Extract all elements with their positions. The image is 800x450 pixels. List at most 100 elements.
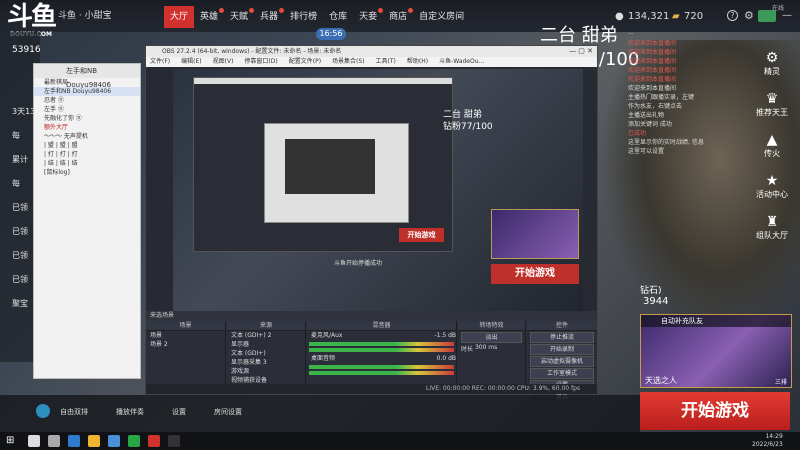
scenes-list: 场景 场景 2 xyxy=(146,331,225,349)
edge-icon[interactable] xyxy=(68,435,80,447)
obs-window: OBS 27.2.4 (64-bit, windows) - 配置文件: 未命名… xyxy=(145,45,598,403)
menu-item[interactable]: 斗鱼-WadeOu... xyxy=(439,58,484,65)
control-button[interactable]: 工作室模式 xyxy=(530,368,594,379)
tab-5[interactable]: 仓库 xyxy=(323,6,353,28)
fans-label: 钻石) xyxy=(640,286,662,296)
gold-count: 720 xyxy=(684,11,704,22)
menu-item[interactable]: 帮助(H) xyxy=(407,58,428,65)
source-item[interactable]: 显示器采集 3 xyxy=(227,358,305,367)
tab-label: 大厅 xyxy=(170,12,189,22)
menu-item[interactable]: 场景集合(S) xyxy=(332,58,365,65)
nav-推荐天王[interactable]: ♛ 推荐天王 xyxy=(752,91,792,118)
douyu-icon[interactable] xyxy=(148,435,160,447)
scene-item[interactable]: 场景 xyxy=(146,331,225,340)
wechat-icon[interactable] xyxy=(128,435,140,447)
list-item[interactable]: 左手 ⑪ xyxy=(34,105,140,114)
bottom-item[interactable]: 房间设置 xyxy=(214,407,242,417)
transition-select[interactable]: 淡出 xyxy=(461,332,522,343)
obs-status-bar: LIVE: 00:00:00 REC: 00:00:00 CPU: 3.9%, … xyxy=(146,384,597,394)
menu-item[interactable]: 文件(F) xyxy=(150,58,170,65)
nav-精灵[interactable]: ⚙ 精灵 xyxy=(752,50,792,77)
list-item[interactable]: [鼠标log] xyxy=(34,168,140,177)
obs-menu: 文件(F) 编辑(E) 视图(V) 停靠窗口(D) 配置文件(P) 场景集合(S) 工具(T… xyxy=(146,57,597,67)
nav-传火[interactable]: ▲ 传火 xyxy=(752,132,792,159)
folder-icon[interactable] xyxy=(88,435,100,447)
nested-title xyxy=(194,78,452,84)
avatar[interactable] xyxy=(36,404,50,418)
bottom-item[interactable]: 播放伴奏 xyxy=(116,407,144,417)
preview-overlay-progress: 钻粉77/100 xyxy=(443,122,493,132)
gold-icon: ▰ xyxy=(672,11,680,22)
transition-header: 转场特效 xyxy=(458,321,525,331)
settings-icon[interactable]: ⚙ xyxy=(744,9,754,22)
list-item[interactable]: | 盟 | 盟 | 盟 xyxy=(34,141,140,150)
nav-icon: ⚙ xyxy=(765,50,779,66)
list-item[interactable]: ～～～ 无声提机 xyxy=(34,132,140,141)
tab-6[interactable]: 天妾 xyxy=(353,6,384,28)
task-view-icon[interactable] xyxy=(48,435,60,447)
clock-time: 14:29 xyxy=(765,433,783,440)
list-item[interactable]: | 打 | 打 | 打 xyxy=(34,150,140,159)
nav-label: 推荐天王 xyxy=(756,108,788,117)
list-item[interactable]: 忍者 ⑪ xyxy=(34,96,140,105)
list-item[interactable]: | 结 | 结 | 结 xyxy=(34,159,140,168)
search-icon[interactable] xyxy=(28,435,40,447)
source-item[interactable]: 游戏源 xyxy=(227,367,305,376)
coin-icon: ● xyxy=(615,11,624,22)
volume-meter xyxy=(309,342,454,346)
nested-capture-2 xyxy=(264,123,409,223)
tab-0[interactable]: 大厅 xyxy=(164,6,195,28)
tab-7[interactable]: 商店 xyxy=(383,6,414,28)
right-chat: ··· 欢迎来到本直播间 欢迎来到本直播间 欢迎来到本直播间 欢迎来到本直播间 欢迎来到本… xyxy=(628,30,760,310)
chat-message: 欢迎来到本直播间 xyxy=(628,49,677,56)
breadcrumb: 斗鱼 · 小甜宝 xyxy=(58,11,112,21)
obs-window-controls[interactable]: — ▢ ✕ xyxy=(569,46,593,57)
scene-item[interactable]: 场景 2 xyxy=(146,340,225,349)
dock-source-label: 来选场景 xyxy=(146,311,597,321)
windows-icon[interactable]: ⊞ xyxy=(6,435,14,446)
source-item[interactable]: 文本 (GDI+) xyxy=(227,349,305,358)
obs-icon[interactable] xyxy=(168,435,180,447)
mixer-db: -1.5 dB xyxy=(434,332,456,339)
nav-icon: ★ xyxy=(765,173,779,189)
menu-item[interactable]: 工具(T) xyxy=(376,58,396,65)
list-item[interactable]: 先融化了你 ⑪ xyxy=(34,114,140,123)
menu-item[interactable]: 编辑(E) xyxy=(181,58,201,65)
source-item[interactable]: 显示器 xyxy=(227,340,305,349)
menu-item[interactable]: 视图(V) xyxy=(213,58,234,65)
control-button[interactable]: 停止推流 xyxy=(530,332,594,343)
nav-活动中心[interactable]: ★ 活动中心 xyxy=(752,173,792,200)
tab-label: 天妾 xyxy=(359,12,378,22)
control-button[interactable]: 启动虚拟摄像机 xyxy=(530,356,594,367)
hero-card[interactable]: 自动补充队友 天选之人 三排 xyxy=(640,314,792,388)
tab-8[interactable]: 自定义房间 xyxy=(413,6,470,28)
bottom-item[interactable]: 设置 xyxy=(172,407,186,417)
chat-message: 这里可以设置 xyxy=(628,148,665,155)
nav-icon: ▲ xyxy=(766,132,778,148)
bottom-item[interactable]: 自由双排 xyxy=(60,407,88,417)
volume-meter xyxy=(309,365,454,369)
tab-4[interactable]: 排行榜 xyxy=(284,6,323,28)
minimize-icon[interactable]: — xyxy=(782,10,792,21)
control-button[interactable]: 开始录制 xyxy=(530,344,594,355)
start-game-button[interactable]: 开始游戏 xyxy=(640,392,790,430)
room-list: 最新棋局 左手和NB Douyu98406 忍者 ⑪ 左手 ⑪ 先融化了你 ⑪ 额外大厅～… xyxy=(34,78,140,177)
menu-item[interactable]: 配置文件(P) xyxy=(289,58,321,65)
list-item[interactable]: 左手和NB Douyu98406 xyxy=(34,87,140,96)
tab-label: 仓库 xyxy=(329,12,348,22)
tab-1[interactable]: 英雄 xyxy=(194,6,225,28)
right-nav: ⚙ 精灵 ♛ 推荐天王 ▲ 传火 ★ 活动中心 ♜ 组队大厅 xyxy=(752,50,792,290)
nav-label: 组队大厅 xyxy=(756,231,788,240)
obs-docks: 来选场景 场景 场景 场景 2 来源 文本 (GDI+) 2 显示器 文本 (GDI+… xyxy=(146,311,597,403)
duration-value[interactable]: 300 ms xyxy=(475,344,497,353)
list-item[interactable]: 额外大厅 xyxy=(34,123,140,132)
tab-2[interactable]: 天赋 xyxy=(224,6,255,28)
nav-组队大厅[interactable]: ♜ 组队大厅 xyxy=(752,214,792,241)
source-item[interactable]: 文本 (GDI+) 2 xyxy=(227,331,305,340)
help-icon[interactable]: ? xyxy=(727,10,738,21)
tab-3[interactable]: 兵器 xyxy=(254,6,285,28)
nav-label: 精灵 xyxy=(764,67,780,76)
main-tabs: 大厅 英雄 天赋 兵器 排行榜 仓库 天妾 商店 自定义房间 xyxy=(164,6,470,28)
app-icon[interactable] xyxy=(108,435,120,447)
menu-item[interactable]: 停靠窗口(D) xyxy=(244,58,277,65)
